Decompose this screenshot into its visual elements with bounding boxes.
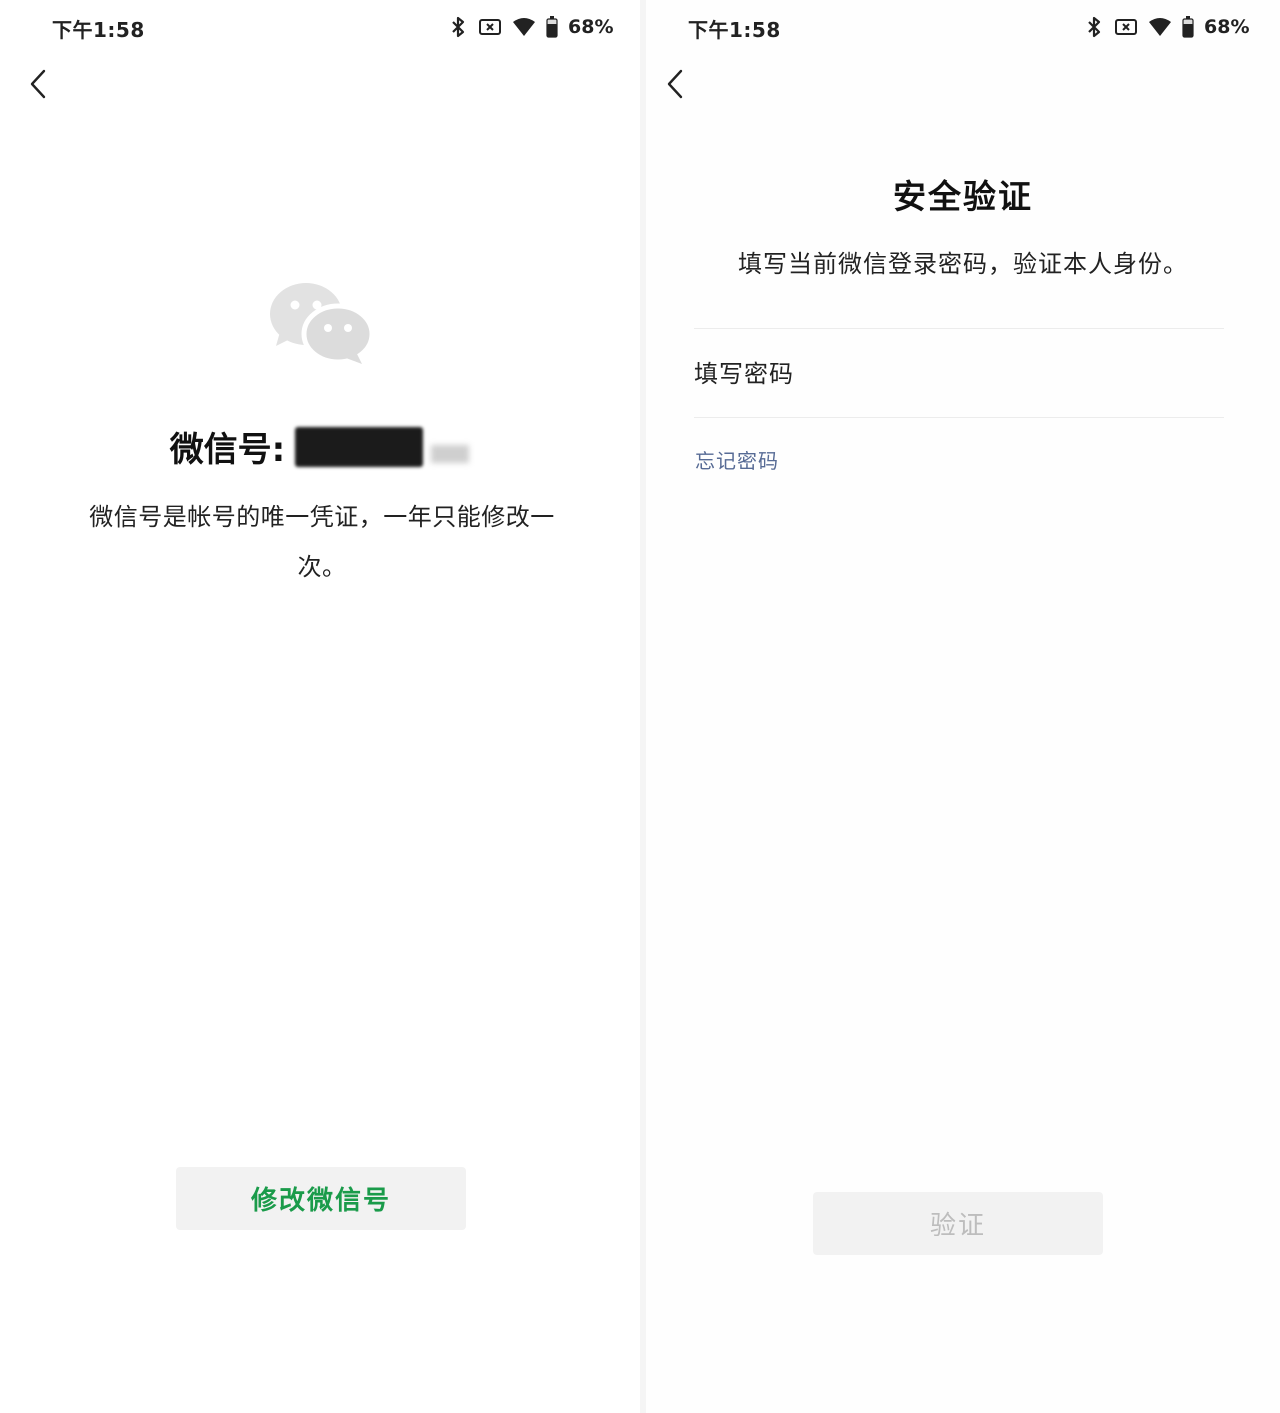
verify-button[interactable]: 验证 — [813, 1192, 1103, 1255]
status-time: 下午1:58 — [688, 18, 781, 42]
wechat-id-row: 微信号: — [0, 420, 640, 472]
status-time: 下午1:58 — [52, 18, 145, 42]
divider-bottom — [694, 417, 1224, 418]
battery-icon — [1182, 16, 1194, 38]
battery-icon — [546, 16, 558, 38]
bluetooth-icon — [452, 16, 465, 38]
wechat-id-description: 微信号是帐号的唯一凭证，一年只能修改一次。 — [89, 503, 555, 581]
no-sim-icon — [479, 19, 501, 35]
wechat-id-label: 微信号: — [169, 429, 286, 470]
password-field[interactable] — [694, 332, 1224, 416]
status-bar: 下午1:58 68% — [646, 0, 1280, 54]
status-icons: 68% — [448, 14, 613, 40]
wechat-id-screen: 下午1:58 68% 微信号: 微信号是帐号的唯一凭证，一年只能修改一次。 修改… — [0, 0, 640, 1413]
back-button[interactable] — [655, 64, 695, 104]
wechat-id-redacted — [295, 425, 470, 467]
forgot-password-link[interactable]: 忘记密码 — [695, 445, 779, 474]
back-arrow-icon — [30, 69, 46, 99]
back-arrow-icon — [667, 69, 683, 99]
divider-top — [694, 328, 1224, 329]
battery-percent: 68% — [568, 16, 614, 38]
wechat-logo-icon — [270, 283, 375, 365]
page-title: 安全验证 — [893, 177, 1033, 216]
modify-wechat-id-button[interactable]: 修改微信号 — [176, 1167, 466, 1230]
battery-percent: 68% — [1204, 16, 1250, 38]
no-sim-icon — [1115, 19, 1137, 35]
bluetooth-icon — [1088, 16, 1101, 38]
wifi-icon — [513, 18, 535, 36]
back-button[interactable] — [18, 64, 58, 104]
wifi-icon — [1149, 18, 1171, 36]
security-verification-screen: 下午1:58 68% 安全验证 填写当前微信登录密码，验证本人身份。 忘记密码 … — [646, 0, 1280, 1413]
status-bar: 下午1:58 68% — [0, 0, 640, 54]
page-description: 填写当前微信登录密码，验证本人身份。 — [738, 250, 1188, 278]
status-icons: 68% — [1084, 14, 1249, 40]
